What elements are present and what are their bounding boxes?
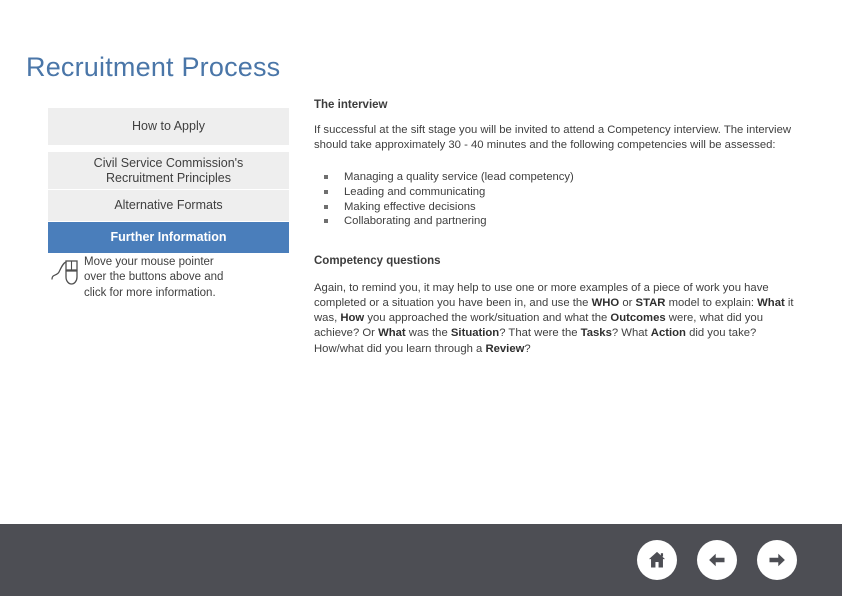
questions-heading: Competency questions: [314, 254, 441, 267]
list-item-label: Collaborating and partnering: [344, 215, 487, 228]
arrow-right-icon: [766, 549, 788, 571]
sidebar-item-label-line1: Civil Service Commission's: [93, 155, 244, 170]
questions-paragraph: Again, to remind you, it may help to use…: [314, 281, 794, 355]
mouse-hint: Move your mouse pointer over the buttons…: [48, 253, 298, 301]
list-item: Leading and communicating: [322, 185, 804, 200]
list-item: Managing a quality service (lead compete…: [322, 170, 804, 185]
content-panel: The interview If successful at the sift …: [314, 99, 804, 357]
list-item-label: Leading and communicating: [344, 186, 486, 198]
mouse-hint-text: Move your mouse pointer over the buttons…: [84, 253, 223, 301]
arrow-left-icon: [706, 549, 728, 571]
square-bullet-icon: [324, 175, 328, 180]
list-item: Collaborating and partnering: [322, 214, 804, 229]
back-button[interactable]: [697, 540, 737, 580]
mouse-icon: [48, 255, 84, 289]
interview-paragraph: If successful at the sift stage you will…: [314, 124, 792, 152]
list-item-label: Managing a quality service (lead compete…: [344, 171, 574, 184]
page-title: Recruitment Process: [26, 52, 281, 82]
sidebar-item-label-line2: Recruitment Principles: [105, 170, 232, 185]
list-item: Making effective decisions: [322, 200, 804, 215]
square-bullet-icon: [324, 190, 328, 194]
sidebar-item-how-to-apply[interactable]: How to Apply: [48, 108, 289, 145]
sidebar-item-label-group: Civil Service Commission's Recruitment P…: [94, 156, 244, 186]
sidebar-item-further-information[interactable]: Further Information: [48, 222, 289, 253]
sidebar-item-label: Further Information: [110, 230, 227, 244]
competency-list: Managing a quality service (lead compete…: [314, 170, 804, 228]
interview-heading: The interview: [314, 99, 388, 111]
home-button[interactable]: [637, 540, 677, 580]
square-bullet-icon: [324, 219, 328, 224]
mouse-hint-line2: over the buttons above and: [84, 271, 224, 284]
mouse-hint-line1: Move your mouse pointer: [84, 256, 214, 268]
mouse-hint-line3: click for more information.: [84, 286, 216, 299]
sidebar-item-civil-service-commissions-recruitment-principles[interactable]: Civil Service Commission's Recruitment P…: [48, 152, 289, 189]
sidebar-item-label: Alternative Formats: [114, 198, 223, 212]
list-item-label: Making effective decisions: [344, 200, 476, 213]
sidebar-item-label: How to Apply: [132, 119, 205, 133]
sidebar-item-alternative-formats[interactable]: Alternative Formats: [48, 190, 289, 221]
home-icon: [646, 549, 668, 571]
forward-button[interactable]: [757, 540, 797, 580]
square-bullet-icon: [324, 204, 328, 209]
section-menu: How to Apply Civil Service Commission's …: [48, 108, 289, 253]
questions-block: Competency questions Again, to remind yo…: [314, 255, 804, 357]
